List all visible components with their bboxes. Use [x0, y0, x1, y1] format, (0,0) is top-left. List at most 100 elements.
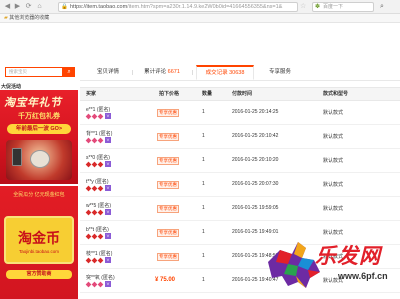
table-row: w**5 (匿名) V 专享优惠 1 2016-01-25 19:59:05 默认款式 [80, 197, 400, 221]
col-price: 拍下价格 [159, 91, 180, 97]
exclusive-price-tag: 专享优惠 [157, 181, 179, 189]
heart-icon [97, 233, 104, 239]
shop-search-input[interactable]: 搜索宝贝 [5, 67, 63, 77]
favorites-folder[interactable]: 其他浏览器的收藏 [9, 15, 49, 21]
tab-count: 30638 [229, 70, 245, 76]
tab-divider [192, 70, 193, 75]
promo-banner-subtitle: 千万红包礼券 [18, 113, 60, 120]
vip-badge: V [105, 209, 111, 215]
quantity: 1 [202, 205, 205, 211]
exclusive-price-tag: 专享优惠 [157, 133, 179, 141]
buyer-level-badge: V [85, 281, 111, 287]
buyer-name: e**1 (匿名) [86, 107, 111, 113]
address-bar[interactable]: 🔒 https://item.taobao.com/item.htm?spm=a… [58, 2, 298, 12]
buyer-level-badge: V [85, 185, 111, 191]
table-row: 背**1 (匿名) V 专享优惠 1 2016-01-25 20:10:42 默认款式 [80, 125, 400, 149]
tab-label: 累计评论 [144, 69, 167, 75]
product-style: 默认款式 [323, 206, 344, 212]
bookmark-star-icon[interactable]: ☆ [300, 2, 306, 10]
quantity: 1 [202, 229, 205, 235]
diamond-icon [97, 281, 104, 287]
forward-arrow-icon[interactable]: ▶ [13, 2, 22, 11]
home-icon[interactable]: ⌂ [35, 2, 44, 11]
lock-icon: 🔒 [61, 4, 68, 10]
product-style: 默认款式 [323, 134, 344, 140]
buyer-name: t**y (匿名) [86, 179, 109, 185]
product-style: 默认款式 [323, 230, 344, 236]
tab-label: 宝贝详情 [96, 69, 119, 75]
exclusive-price-tag: 专享优惠 [157, 157, 179, 165]
payment-time: 2016-01-25 20:14:25 [232, 109, 279, 115]
buyer-level-badge: V [85, 257, 111, 263]
tab-reviews[interactable]: 累计评论 6671 [136, 65, 188, 80]
shop-search-placeholder: 搜索宝贝 [9, 69, 27, 74]
buyer-name: w**5 (匿名) [86, 203, 112, 209]
transactions-table-header: 买家 拍下价格 数量 付款时间 款式和型号 [80, 87, 400, 101]
promo-banner-new-year[interactable]: 淘宝年礼节 千万红包礼券 年前最后一波 GO> [0, 90, 78, 184]
heart-icon [97, 185, 104, 191]
promo-title: 大促活动 [1, 84, 22, 90]
vip-badge: V [105, 233, 111, 239]
buyer-level-badge: V [85, 233, 111, 239]
tab-divider [132, 70, 133, 75]
table-row: s**0 (匿名) V 专享优惠 1 2016-01-25 20:10:20 默认款式 [80, 149, 400, 173]
tab-services[interactable]: 专享服务 [260, 65, 300, 80]
col-style: 款式和型号 [323, 91, 349, 97]
taojinbi-brand: 淘金币 [18, 230, 60, 246]
quantity: 1 [202, 277, 205, 283]
buyer-level-badge: V [85, 113, 111, 119]
product-style: 默认款式 [323, 182, 344, 188]
detail-tabs: 宝贝详情 累计评论 6671 成交记录 30638 专享服务 [80, 63, 400, 81]
product-style: 默认款式 [323, 158, 344, 164]
vip-badge: V [105, 257, 111, 263]
buyer-level-badge: V [85, 137, 111, 143]
search-icon: ⌕ [67, 69, 71, 75]
tab-label: 成交记录 [205, 70, 228, 76]
payment-time: 2016-01-25 20:10:20 [232, 157, 279, 163]
url-host: https://item.taobao.com [70, 4, 128, 10]
browser-toolbar: ◀ ▶ ⟳ ⌂ 🔒 https://item.taobao.com/item.h… [0, 0, 400, 14]
col-qty: 数量 [202, 91, 213, 97]
tab-item-detail[interactable]: 宝贝详情 [90, 65, 126, 80]
table-row: e**1 (匿名) V 专享优惠 1 2016-01-25 20:14:25 默认款式 [80, 101, 400, 125]
heart-icon [97, 209, 104, 215]
back-arrow-icon[interactable]: ◀ [3, 2, 12, 11]
vip-badge: V [105, 137, 111, 143]
col-time: 付款时间 [232, 91, 253, 97]
watermark-brand: 乐发网 [315, 245, 381, 268]
watermark-url: www.6pf.cn [338, 271, 388, 281]
refresh-icon[interactable]: ⟳ [24, 2, 33, 11]
price-value: ¥ 75.00 [155, 277, 176, 283]
browser-search-button[interactable]: ⌕ [377, 2, 387, 12]
paw-icon: ✽ [315, 4, 321, 10]
promo-go-button[interactable]: 年前最后一波 GO> [7, 124, 71, 134]
vip-badge: V [105, 113, 111, 119]
promo-banner-caption: 全民瓜分 亿元现金红包 [13, 192, 65, 198]
promo-banner-title: 淘宝年礼节 [4, 97, 62, 109]
diamond-icon [97, 137, 104, 143]
diamond-icon [97, 113, 104, 119]
heart-icon [97, 161, 104, 167]
payment-time: 2016-01-25 20:07:30 [232, 181, 279, 187]
payment-time: 2016-01-25 20:10:42 [232, 133, 279, 139]
folder-icon: ▰ [4, 15, 8, 21]
shop-search-button[interactable]: ⌕ [63, 67, 75, 77]
vip-badge: V [105, 281, 111, 287]
browser-search-input[interactable]: ✽ 百度一下 [312, 2, 374, 12]
buyer-name: 枝**1 (匿名) [86, 251, 113, 257]
exclusive-price-tag: 专享优惠 [157, 205, 179, 213]
buyer-name: 背**1 (匿名) [86, 131, 113, 137]
buyer-name: 突**氧 (匿名) [86, 275, 115, 281]
col-buyer: 买家 [86, 91, 97, 97]
promo-banner-taojinbi[interactable]: 全民瓜分 亿元现金红包 淘金币 Taojinbi.taobao.com 官方赞助… [0, 186, 78, 299]
tab-count: 6671 [167, 69, 180, 75]
buyer-level-badge: V [85, 161, 111, 167]
tab-transactions[interactable]: 成交记录 30638 [196, 65, 254, 80]
favorites-bar: ▰ 其他浏览器的收藏 [0, 14, 400, 23]
product-style: 默认款式 [323, 110, 344, 116]
buyer-name: s**0 (匿名) [86, 155, 110, 161]
vip-badge: V [105, 185, 111, 191]
table-row: t**y (匿名) V 专享优惠 1 2016-01-25 20:07:30 默认款式 [80, 173, 400, 197]
exclusive-price-tag: 专享优惠 [157, 109, 179, 117]
quantity: 1 [202, 253, 205, 259]
